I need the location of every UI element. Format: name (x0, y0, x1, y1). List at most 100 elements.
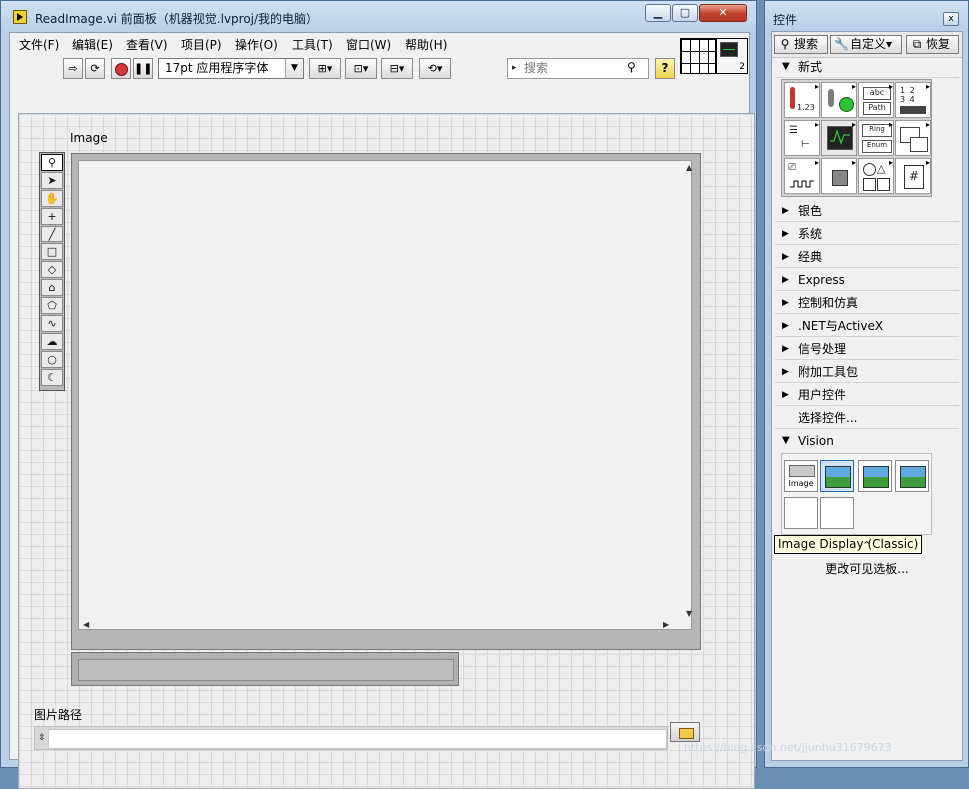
numeric-palette-item[interactable]: 1.23 (784, 82, 820, 118)
browse-button[interactable] (670, 722, 700, 742)
pan-hand-icon[interactable]: ✋ (41, 189, 63, 207)
path-input[interactable] (48, 729, 667, 749)
broken-line-tool-icon[interactable]: ☾ (41, 368, 63, 386)
collapsed-triangle-icon: ▶ (782, 206, 789, 216)
point-tool-icon[interactable]: + (41, 207, 63, 225)
category-addons[interactable]: ▶ 附加工具包 (775, 361, 959, 383)
image-display-item[interactable] (858, 460, 892, 492)
list-table-tree-palette-item[interactable]: ☰ ⊢ (784, 120, 820, 156)
window-client: 文件(F) 编辑(E) 查看(V) 项目(P) 操作(O) 工具(T) 窗口(W… (9, 32, 755, 789)
labview-app-icon[interactable] (13, 10, 27, 24)
rectangle-tool-icon[interactable]: □ (41, 243, 63, 261)
square-decoration-icon (863, 178, 876, 191)
oval-tool-icon[interactable]: ○ (41, 350, 63, 368)
collapsed-triangle-icon: ▶ (782, 367, 789, 377)
abort-execution-icon[interactable] (111, 58, 131, 79)
palette-customize-button[interactable]: 🔧自定义▾ (830, 35, 902, 54)
category-label: 附加工具包 (798, 365, 859, 379)
menu-file[interactable]: 文件(F) (19, 36, 59, 53)
category-classic[interactable]: ▶ 经典 (775, 246, 959, 268)
category-label: Express (798, 273, 845, 287)
menu-project[interactable]: 项目(P) (181, 36, 222, 53)
collapsed-triangle-icon: ▶ (782, 229, 789, 239)
image-tool-palette: ⚲ ➤ ✋ + ╱ □ ◇ ⌂ ⬠ ∿ ☁ ○ ☾ (39, 152, 65, 391)
vision-image-control[interactable]: Image (784, 460, 818, 492)
freehand-region-tool-icon[interactable]: ☁ (41, 332, 63, 350)
image-display-classic-item[interactable] (820, 460, 854, 492)
ring-enum-palette-item[interactable]: Ring Enum (858, 120, 894, 156)
scroll-right-icon[interactable]: ▶ (663, 620, 669, 630)
category-signal-processing[interactable]: ▶ 信号处理 (775, 338, 959, 360)
scroll-down-icon[interactable]: ▼ (686, 609, 692, 619)
palette-search-button[interactable]: ⚲ 搜索 (774, 35, 828, 54)
string-path-palette-item[interactable]: abc Path (858, 82, 894, 118)
array-cluster-palette-item[interactable]: 1 2 3 4 (895, 82, 931, 118)
menu-help[interactable]: 帮助(H) (405, 36, 447, 53)
reorder-icon[interactable]: ⟲▾ (419, 58, 451, 79)
category-user-controls[interactable]: ▶ 用户控件 (775, 384, 959, 406)
search-icon[interactable]: ⚲ (627, 60, 636, 74)
category-label: 系统 (798, 227, 823, 241)
select-a-control[interactable]: 选择控件... (775, 407, 959, 429)
category-system[interactable]: ▶ 系统 (775, 223, 959, 245)
vertical-scrollbar[interactable]: ▲ ▼ (684, 161, 696, 631)
zoom-tool-icon[interactable]: ⚲ (41, 154, 63, 171)
menu-tools[interactable]: 工具(T) (292, 36, 333, 53)
category-express[interactable]: ▶ Express (775, 269, 959, 291)
category-silver[interactable]: ▶ 银色 (775, 200, 959, 222)
palette-close-button[interactable]: x (943, 12, 959, 26)
scroll-up-icon[interactable]: ▲ (686, 163, 692, 173)
minimize-button[interactable]: ▁ (645, 4, 671, 22)
path-sample-label: Path (863, 102, 891, 115)
graph-palette-item[interactable] (821, 120, 857, 156)
menu-window[interactable]: 窗口(W) (346, 36, 391, 53)
containers-palette-item[interactable] (895, 120, 931, 156)
line-tool-icon[interactable]: ╱ (41, 225, 63, 243)
annulus-tool-icon[interactable]: ⌂ (41, 279, 63, 297)
change-visible-palettes-link[interactable]: 更改可见选板... (772, 560, 962, 577)
decorations-palette-item[interactable]: △ (858, 158, 894, 194)
run-arrow-icon[interactable]: ⇨ (63, 58, 83, 79)
horizontal-scrollbar[interactable]: ◀ ▶ (79, 619, 684, 631)
rounded-decoration-icon (877, 178, 890, 191)
menu-edit[interactable]: 编辑(E) (72, 36, 113, 53)
image-display[interactable]: ▲ ▼ ◀ ▶ (78, 160, 692, 630)
selection-arrow-icon[interactable]: ➤ (41, 171, 63, 189)
polygon-tool-icon[interactable]: ⬠ (41, 297, 63, 315)
waveform-graph-icon (827, 126, 853, 150)
scroll-left-icon[interactable]: ◀ (83, 620, 89, 630)
vision-roi-item[interactable] (784, 497, 818, 529)
maximize-button[interactable]: ▢ (672, 4, 698, 22)
pause-icon[interactable]: ❚❚ (133, 58, 153, 79)
close-button[interactable]: ✕ (699, 4, 747, 22)
category-modern[interactable]: ▼ 新式 (775, 56, 959, 78)
vi-icon-screen (720, 42, 738, 57)
menu-view[interactable]: 查看(V) (126, 36, 168, 53)
freehand-line-tool-icon[interactable]: ∿ (41, 315, 63, 332)
io-palette-item[interactable]: ⎚ (784, 158, 820, 194)
run-continuously-icon[interactable]: ⟳ (85, 58, 105, 79)
expanded-triangle-icon: ▼ (782, 435, 790, 446)
menu-operate[interactable]: 操作(O) (235, 36, 278, 53)
vision-palette-item[interactable] (820, 497, 854, 529)
vision-controls-grid: Image (781, 453, 932, 535)
palette-restore-button[interactable]: ⧉ 恢复 (906, 35, 959, 54)
image-display-3d-item[interactable] (895, 460, 929, 492)
controls-palette-window: 控件 x ⚲ 搜索 🔧自定义▾ ⧉ 恢复 ▼ 新式 1.23 abc Path (764, 0, 969, 768)
font-select[interactable]: 17pt 应用程序字体 ▼ (158, 58, 304, 79)
front-panel-canvas[interactable]: Image ⚲ ➤ ✋ + ╱ □ ◇ ⌂ ⬠ ∿ ☁ ○ ☾ ▲ ▼ ◀ ▶ … (18, 113, 755, 789)
context-help-button[interactable]: ? (655, 58, 675, 79)
vi-icon[interactable]: 2 (716, 38, 748, 74)
category-vision[interactable]: ▼ Vision (775, 430, 959, 452)
category-control-simulation[interactable]: ▶ 控制和仿真 (775, 292, 959, 314)
distribute-objects-icon[interactable]: ⊡▾ (345, 58, 377, 79)
align-objects-icon[interactable]: ⊞▾ (309, 58, 341, 79)
boolean-palette-item[interactable] (821, 82, 857, 118)
collapse-up-icon[interactable]: ⌃ (862, 539, 871, 552)
resize-objects-icon[interactable]: ⊟▾ (381, 58, 413, 79)
variant-class-palette-item[interactable] (821, 158, 857, 194)
connector-pane[interactable] (680, 38, 716, 74)
refnum-palette-item[interactable]: # (895, 158, 931, 194)
category-dotnet-activex[interactable]: ▶ .NET与ActiveX (775, 315, 959, 337)
rotated-rectangle-tool-icon[interactable]: ◇ (41, 261, 63, 279)
